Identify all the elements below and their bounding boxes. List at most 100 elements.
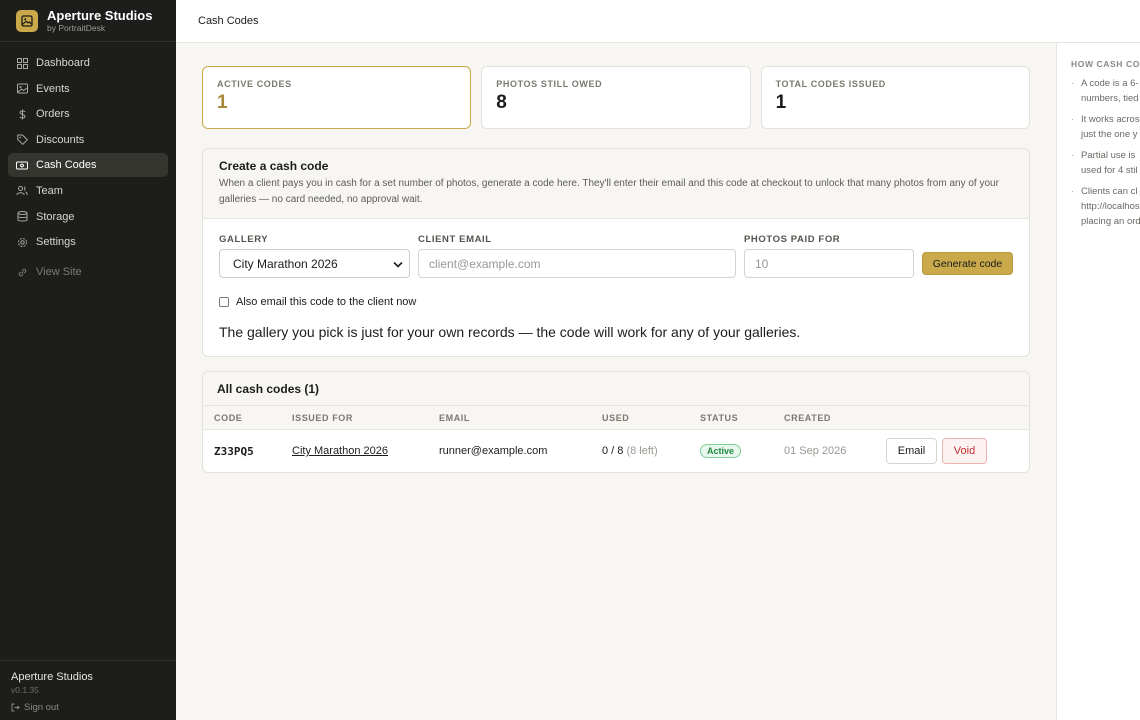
photos-paid-field[interactable]: 10 <box>744 249 914 278</box>
photos-paid-label: PHOTOS PAID FOR <box>744 234 841 245</box>
column-header-created: CREATED <box>784 412 832 423</box>
sign-out-label: Sign out <box>24 702 59 713</box>
sign-out-link[interactable]: Sign out <box>11 702 165 713</box>
help-panel-title: HOW CASH CO <box>1071 59 1140 69</box>
sidebar-item-events[interactable]: Events <box>8 77 168 101</box>
stat-value: 1 <box>775 92 787 113</box>
table-header-row: CODE ISSUED FOR EMAIL USED STATUS CREATE… <box>203 406 1029 430</box>
create-code-description: When a client pays you in cash for a set… <box>219 178 999 205</box>
void-code-button[interactable]: Void <box>942 438 987 464</box>
column-header-issued-for: ISSUED FOR <box>292 412 354 423</box>
created-value: 01 Sep 2026 <box>784 445 847 457</box>
view-site-label: View Site <box>36 266 82 279</box>
app-version: v0.1.35 <box>11 685 39 695</box>
gallery-label: GALLERY <box>219 234 269 245</box>
tag-icon <box>16 134 28 146</box>
status-badge: Active <box>700 444 742 458</box>
sidebar-item-label: Events <box>36 82 70 95</box>
help-item: · Clients can cl http://localhos placing… <box>1071 186 1140 227</box>
sidebar-item-label: Dashboard <box>36 57 90 69</box>
sidebar-item-label: Discounts <box>36 133 85 146</box>
sidebar-item-label: Orders <box>36 108 70 121</box>
sidebar-item-settings[interactable]: Settings <box>8 230 168 254</box>
sidebar-item-team[interactable]: Team <box>8 179 168 203</box>
code-value: Z33PQ5 <box>214 444 254 458</box>
help-line: Partial use is <box>1081 150 1136 161</box>
sidebar: Aperture Studios by PortraitDesk Dashboa… <box>0 0 176 720</box>
help-line: numbers, tied <box>1081 93 1139 104</box>
column-header-code: CODE <box>214 412 243 423</box>
stat-label: TOTAL CODES ISSUED <box>775 79 886 89</box>
sign-out-icon <box>11 703 20 712</box>
link-icon <box>16 266 28 278</box>
database-icon <box>16 211 28 223</box>
users-icon <box>16 185 28 197</box>
client-email-field[interactable]: client@example.com <box>418 249 736 278</box>
stat-card-photos-owed: PHOTOS STILL OWED 8 <box>481 66 751 129</box>
remaining-value: (8 left) <box>626 445 658 457</box>
sidebar-nav: Dashboard Events Orders Discounts Cash C… <box>0 42 176 284</box>
brand-logo-icon <box>16 9 38 32</box>
topbar: Cash Codes <box>176 0 1140 43</box>
gallery-select[interactable]: City Marathon 2026 <box>219 249 410 278</box>
stat-label: PHOTOS STILL OWED <box>496 79 603 89</box>
stat-card-total-issued: TOTAL CODES ISSUED 1 <box>760 66 1030 129</box>
brand[interactable]: Aperture Studios by PortraitDesk <box>0 0 176 42</box>
create-code-title: Create a cash code <box>219 159 329 173</box>
stat-label: ACTIVE CODES <box>217 79 292 89</box>
email-value: runner@example.com <box>439 445 548 457</box>
gallery-note: The gallery you pick is just for your ow… <box>219 324 801 340</box>
help-line: just the one y <box>1081 129 1138 140</box>
status-cell: Active <box>700 444 742 458</box>
sidebar-item-label: Cash Codes <box>36 159 97 172</box>
main-content: ACTIVE CODES 1 PHOTOS STILL OWED 8 TOTAL… <box>202 66 1030 473</box>
grid-icon <box>16 57 28 69</box>
help-line: placing an ord <box>1081 216 1140 227</box>
brand-subtitle: by PortraitDesk <box>47 22 106 33</box>
cash-codes-table-card: All cash codes (1) CODE ISSUED FOR EMAIL… <box>202 371 1030 473</box>
chevron-down-icon <box>393 257 403 271</box>
create-code-card: Create a cash code When a client pays yo… <box>202 148 1030 357</box>
help-item: · A code is a 6- numbers, tied <box>1071 78 1139 104</box>
sidebar-item-cash-codes[interactable]: Cash Codes <box>8 153 168 178</box>
sidebar-item-label: Team <box>36 184 63 197</box>
help-line: Clients can cl <box>1081 186 1138 197</box>
sidebar-item-storage[interactable]: Storage <box>8 205 168 229</box>
email-client-checkbox[interactable] <box>219 297 229 307</box>
sidebar-item-dashboard[interactable]: Dashboard <box>8 51 168 75</box>
stats-row: ACTIVE CODES 1 PHOTOS STILL OWED 8 TOTAL… <box>202 66 1030 129</box>
email-client-checkbox-label[interactable]: Also email this code to the client now <box>236 296 416 308</box>
email-client-checkbox-row: Also email this code to the client now <box>219 296 1013 308</box>
gallery-select-value: City Marathon 2026 <box>233 256 338 271</box>
sidebar-item-label: Settings <box>36 236 76 249</box>
photos-paid-placeholder: 10 <box>755 256 769 271</box>
help-line: A code is a 6- <box>1081 78 1139 89</box>
used-cell: 0 / 8 (8 left) <box>602 445 658 457</box>
help-item: · It works acros just the one y <box>1071 114 1140 140</box>
issued-for-link[interactable]: City Marathon 2026 <box>292 445 388 457</box>
create-code-form: GALLERY City Marathon 2026 CLIENT EMAIL … <box>203 219 1029 356</box>
column-header-status: STATUS <box>700 412 739 423</box>
help-line: used for 4 stil <box>1081 165 1138 176</box>
stat-value: 8 <box>496 92 507 113</box>
brand-name: Aperture Studios <box>47 7 153 23</box>
sidebar-item-discounts[interactable]: Discounts <box>8 128 168 152</box>
stat-value: 1 <box>217 92 228 113</box>
client-email-label: CLIENT EMAIL <box>418 234 492 245</box>
used-value: 0 / 8 <box>602 445 624 457</box>
email-code-button[interactable]: Email <box>886 438 937 464</box>
help-line: It works acros <box>1081 114 1140 125</box>
studio-name: Aperture Studios <box>11 671 93 683</box>
dollar-icon <box>16 108 28 120</box>
gear-icon <box>16 236 28 248</box>
column-header-email: EMAIL <box>439 412 470 423</box>
sidebar-item-orders[interactable]: Orders <box>8 102 168 126</box>
generate-code-button[interactable]: Generate code <box>922 252 1013 275</box>
sidebar-footer: Aperture Studios v0.1.35 Sign out <box>0 660 176 720</box>
ticket-icon <box>16 159 28 171</box>
sidebar-item-label: Storage <box>36 210 75 223</box>
page-title: Cash Codes <box>198 15 259 27</box>
stat-card-active-codes: ACTIVE CODES 1 <box>202 66 472 129</box>
column-header-used: USED <box>602 412 630 423</box>
view-site-link[interactable]: View Site <box>8 260 168 284</box>
